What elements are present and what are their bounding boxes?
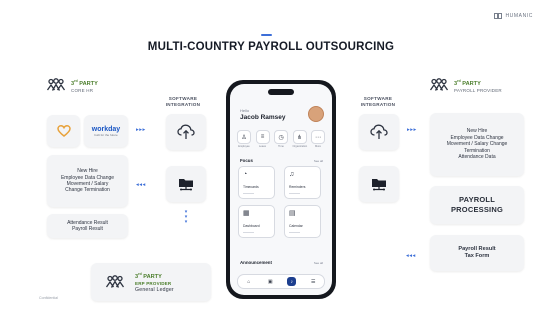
- see-all-link[interactable]: See all: [314, 261, 323, 265]
- calendar-card[interactable]: ▤ Calendar: [284, 205, 321, 238]
- phone-greeting: Hello: [240, 108, 250, 113]
- erp-party-detail: General Ledger: [135, 286, 174, 293]
- announcement-section-title: Announcement: [240, 260, 272, 265]
- payroll-provider-party-subtitle: PAYROLL PROVIDER: [454, 87, 502, 93]
- card-subline: [243, 192, 254, 194]
- result-line: Payroll Result: [72, 226, 103, 232]
- cloud-upload-icon: [370, 124, 388, 139]
- inbox-tab-icon[interactable]: ▣: [266, 277, 275, 286]
- arrows-to-erp: ▾ ▾ ▾: [183, 210, 189, 225]
- payroll-provider-party-title: 3rd PARTY: [454, 79, 481, 87]
- employee-icon[interactable]: ♙: [237, 130, 251, 144]
- phone-screen: Hello Jacob Ramsey ♙ ≡ ◷ ⋔ ⋯ Employee Le…: [230, 84, 332, 295]
- arrows-to-payroll-provider: ▸▸▸: [407, 127, 417, 133]
- card-subline: [289, 192, 300, 194]
- folder-network-icon: [179, 179, 193, 191]
- dashboard-icon: ▦: [243, 210, 250, 217]
- bell-icon: ♫: [289, 171, 295, 178]
- right-integration-label: SOFTWARE INTEGRATION: [360, 96, 396, 107]
- confidential-note: Confidential: [39, 296, 58, 300]
- more-icon[interactable]: ⋯: [311, 130, 325, 144]
- timecards-card[interactable]: ◔ Timecards: [238, 166, 275, 199]
- core-hr-party-title: 3rd PARTY: [71, 79, 98, 87]
- payroll-processing-box: PAYROLL PROCESSING: [430, 186, 524, 224]
- calendar-icon: ▤: [289, 210, 296, 217]
- slide: HUMANIC MULTI-COUNTRY PAYROLL OUTSOURCIN…: [0, 0, 542, 309]
- arrow-down-icon: ▾: [184, 219, 188, 225]
- title-accent-bar: [261, 34, 272, 36]
- quick-action-label: Leave: [258, 145, 267, 148]
- reminders-card[interactable]: ♫ Reminders: [284, 166, 321, 199]
- quick-action-label: Organization: [292, 145, 308, 148]
- people-group-icon: [46, 78, 66, 91]
- dashboard-card[interactable]: ▦ Dashboard: [238, 205, 275, 238]
- phone-mockup: Hello Jacob Ramsey ♙ ≡ ◷ ⋔ ⋯ Employee Le…: [226, 80, 336, 299]
- phone-user-name: Jacob Ramsey: [240, 114, 286, 121]
- payroll-result-line: Payroll Result: [458, 245, 496, 252]
- quick-action-label: Employee: [238, 145, 250, 148]
- workday-tagline: built for the future: [94, 132, 118, 137]
- erp-party-title: 3rd PARTY: [135, 272, 162, 280]
- right-folder-integration-box: [359, 166, 399, 202]
- quick-action-labels: Employee Leave Time Organization More: [237, 145, 325, 148]
- focus-section-title: Focus: [240, 158, 253, 163]
- left-integration-label: SOFTWARE INTEGRATION: [165, 96, 201, 107]
- cloud-upload-icon: [177, 124, 195, 139]
- folder-network-icon: [372, 179, 386, 191]
- see-all-link[interactable]: See all: [314, 159, 323, 163]
- menu-tab-icon[interactable]: ☰: [309, 277, 318, 286]
- leave-icon[interactable]: ≡: [255, 130, 270, 144]
- hr-change-line: Change Termination: [65, 187, 110, 194]
- brand-logo: HUMANIC: [494, 13, 533, 19]
- bottom-tab-bar: ⌂ ▣ ♪ ☰: [237, 274, 325, 289]
- brand-mark-icon: [494, 13, 503, 19]
- payroll-result-line: Tax Form: [464, 253, 490, 259]
- erp-provider-box: 3rd PARTY ERP PROVIDER General Ledger: [91, 263, 211, 301]
- quick-actions: ♙ ≡ ◷ ⋔ ⋯: [237, 130, 325, 144]
- core-hr-party: 3rd PARTY CORE HR: [46, 78, 98, 94]
- card-title: Timecards: [243, 185, 259, 189]
- card-subline: [289, 231, 300, 233]
- workday-logo-box: workday built for the future: [84, 115, 128, 147]
- quick-action-label: More: [315, 145, 321, 148]
- people-group-icon: [105, 275, 125, 288]
- workday-wordmark: workday: [91, 125, 121, 133]
- right-cloud-integration-box: [359, 114, 399, 150]
- payroll-processing-line: PROCESSING: [450, 205, 503, 214]
- payroll-provider-party: 3rd PARTY PAYROLL PROVIDER: [429, 78, 502, 94]
- hr-changes-box: New Hire Employee Data Change Movement /…: [47, 155, 128, 207]
- core-hr-party-subtitle: CORE HR: [71, 87, 94, 93]
- page-title: MULTI-COUNTRY PAYROLL OUTSOURCING: [147, 41, 395, 53]
- arrows-to-core-hr: ◂◂◂: [136, 182, 146, 188]
- left-cloud-integration-box: [166, 114, 206, 150]
- timecard-icon: ◔: [243, 171, 248, 178]
- arrows-from-payroll-result: ◂◂◂: [406, 253, 416, 259]
- home-tab-icon[interactable]: ⌂: [244, 277, 253, 286]
- payroll-result-box: Payroll Result Tax Form: [430, 235, 524, 271]
- phone-notch: [268, 89, 294, 95]
- card-subline: [243, 231, 254, 233]
- alerts-tab-icon[interactable]: ♪: [287, 277, 297, 286]
- payroll-input-box: New Hire Employee Data Change Movement /…: [430, 113, 524, 176]
- results-to-hr-box: Attendance Result Payroll Result: [47, 214, 128, 238]
- payroll-input-line: Attendance Data: [458, 154, 496, 161]
- avatar[interactable]: [308, 106, 324, 122]
- clock-icon[interactable]: ◷: [274, 130, 288, 144]
- brand-name: HUMANIC: [505, 13, 533, 19]
- people-group-icon: [429, 78, 449, 91]
- card-title: Dashboard: [243, 224, 260, 228]
- heart-logo-box: [47, 115, 80, 147]
- card-title: Reminders: [289, 185, 306, 189]
- arrows-to-left-integration: ▸▸▸: [136, 127, 146, 133]
- org-chart-icon[interactable]: ⋔: [292, 130, 307, 144]
- card-title: Calendar: [289, 224, 303, 228]
- quick-action-label: Time: [278, 145, 284, 148]
- heart-icon: [56, 125, 71, 137]
- left-folder-integration-box: [166, 166, 206, 202]
- payroll-processing-line: PAYROLL: [459, 195, 495, 204]
